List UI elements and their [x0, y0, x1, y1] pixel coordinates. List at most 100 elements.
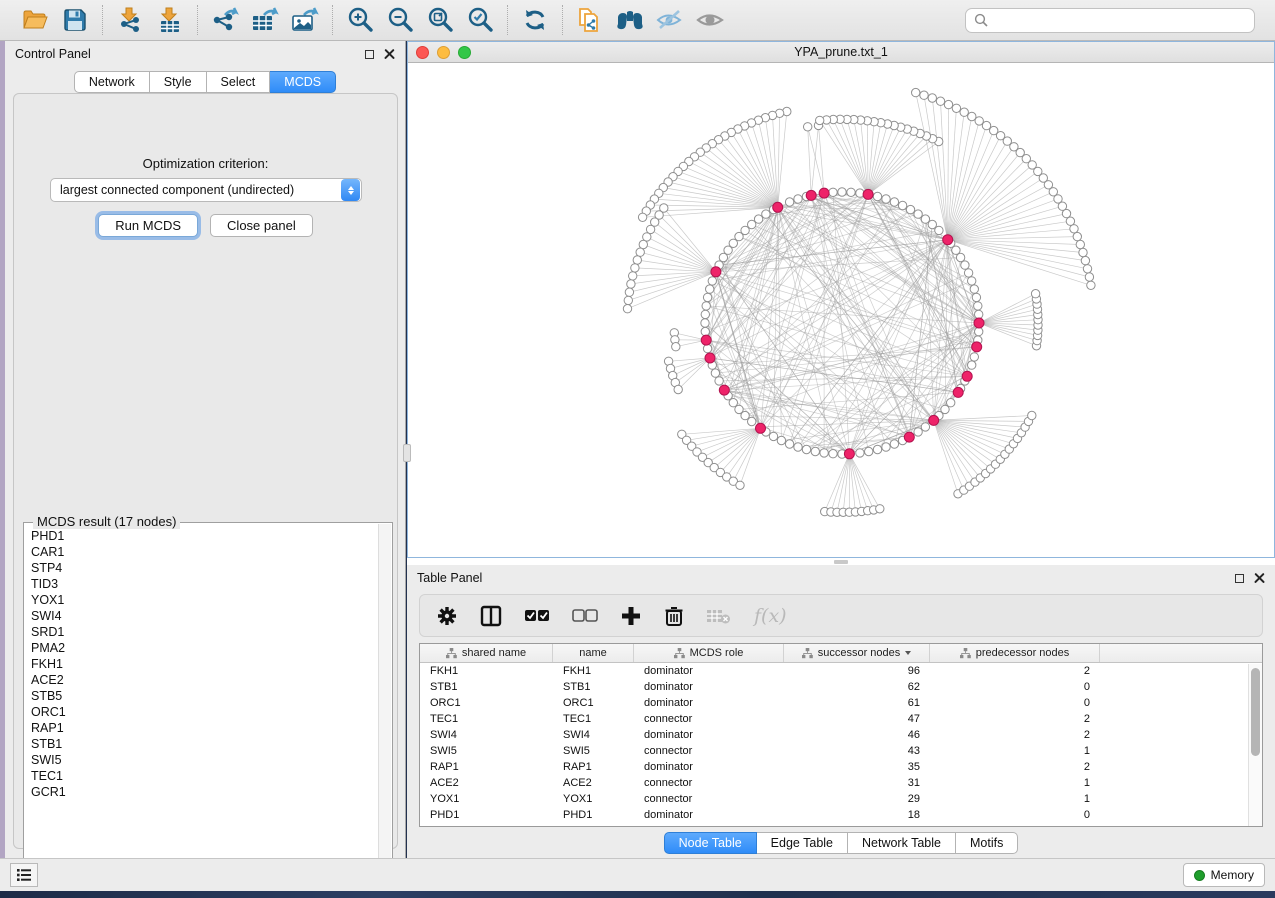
- table-row[interactable]: PHD1PHD1dominator180: [420, 807, 1262, 823]
- tab-node-table[interactable]: Node Table: [664, 832, 757, 854]
- ring-node[interactable]: [741, 411, 749, 419]
- result-node-item[interactable]: PHD1: [31, 528, 378, 544]
- table-settings-gear-icon[interactable]: [436, 605, 458, 627]
- table-row[interactable]: ORC1ORC1dominator610: [420, 695, 1262, 711]
- ring-node[interactable]: [975, 310, 983, 318]
- mcds-hub-node[interactable]: [756, 423, 766, 433]
- result-node-item[interactable]: SRD1: [31, 624, 378, 640]
- result-node-item[interactable]: ACE2: [31, 672, 378, 688]
- mcds-hub-node[interactable]: [705, 353, 715, 363]
- result-node-item[interactable]: TEC1: [31, 768, 378, 784]
- table-row[interactable]: SWI5SWI5connector431: [420, 743, 1262, 759]
- zoom-selected-icon[interactable]: [463, 4, 497, 36]
- ring-node[interactable]: [873, 445, 881, 453]
- tab-network-table[interactable]: Network Table: [848, 832, 956, 854]
- ring-node[interactable]: [708, 277, 716, 285]
- mcds-hub-node[interactable]: [819, 188, 829, 198]
- ring-node[interactable]: [961, 261, 969, 269]
- tab-select[interactable]: Select: [207, 71, 271, 93]
- result-node-item[interactable]: RAP1: [31, 720, 378, 736]
- show-overview-icon[interactable]: [693, 4, 727, 36]
- table-row[interactable]: ACE2ACE2connector311: [420, 775, 1262, 791]
- result-scrollbar[interactable]: [378, 524, 391, 888]
- network-graph[interactable]: [408, 63, 1274, 557]
- leaf-node[interactable]: [960, 108, 968, 116]
- save-session-icon[interactable]: [58, 4, 92, 36]
- ring-node[interactable]: [706, 285, 714, 293]
- open-file-icon[interactable]: [18, 4, 52, 36]
- leaf-node[interactable]: [1087, 281, 1095, 289]
- mcds-hub-node[interactable]: [863, 189, 873, 199]
- ring-node[interactable]: [802, 445, 810, 453]
- ring-node[interactable]: [701, 310, 709, 318]
- ring-node[interactable]: [701, 327, 709, 335]
- mcds-hub-node[interactable]: [773, 202, 783, 212]
- export-table-icon[interactable]: [248, 4, 282, 36]
- leaf-node[interactable]: [982, 121, 990, 129]
- mcds-hub-node[interactable]: [962, 371, 972, 381]
- leaf-node[interactable]: [968, 112, 976, 120]
- ring-node[interactable]: [724, 246, 732, 254]
- column-header-name[interactable]: name: [553, 644, 634, 662]
- mcds-hub-node[interactable]: [701, 335, 711, 345]
- mcds-hub-node[interactable]: [711, 267, 721, 277]
- result-node-item[interactable]: CAR1: [31, 544, 378, 560]
- hide-panels-icon[interactable]: [653, 4, 687, 36]
- close-panel-icon[interactable]: [1254, 573, 1265, 584]
- ring-node[interactable]: [777, 436, 785, 444]
- mcds-hub-node[interactable]: [953, 387, 963, 397]
- search-network-icon[interactable]: [613, 4, 647, 36]
- result-node-item[interactable]: FKH1: [31, 656, 378, 672]
- refresh-view-icon[interactable]: [518, 4, 552, 36]
- import-network-icon[interactable]: [113, 4, 147, 36]
- ring-node[interactable]: [975, 327, 983, 335]
- result-node-item[interactable]: STB5: [31, 688, 378, 704]
- column-header-predecessor-nodes[interactable]: predecessor nodes: [930, 644, 1100, 662]
- close-panel-icon[interactable]: [384, 49, 395, 60]
- ring-node[interactable]: [701, 319, 709, 327]
- leaf-node[interactable]: [928, 94, 936, 102]
- search-input[interactable]: [994, 13, 1246, 27]
- ring-node[interactable]: [702, 302, 710, 310]
- leaf-node[interactable]: [1066, 217, 1074, 225]
- ring-node[interactable]: [865, 447, 873, 455]
- ring-node[interactable]: [785, 198, 793, 206]
- network-canvas[interactable]: [408, 63, 1274, 557]
- float-panel-icon[interactable]: [1235, 574, 1244, 583]
- ring-node[interactable]: [890, 440, 898, 448]
- mcds-hub-node[interactable]: [929, 415, 939, 425]
- tab-style[interactable]: Style: [150, 71, 207, 93]
- close-panel-button[interactable]: Close panel: [210, 214, 313, 237]
- ring-node[interactable]: [762, 210, 770, 218]
- leaf-node[interactable]: [736, 481, 744, 489]
- ring-node[interactable]: [769, 432, 777, 440]
- ring-node[interactable]: [856, 449, 864, 457]
- leaf-node[interactable]: [920, 91, 928, 99]
- result-node-item[interactable]: ORC1: [31, 704, 378, 720]
- result-node-item[interactable]: GCR1: [31, 784, 378, 800]
- leaf-node[interactable]: [936, 97, 944, 105]
- ring-node[interactable]: [715, 377, 723, 385]
- ring-node[interactable]: [935, 226, 943, 234]
- leaf-node[interactable]: [625, 288, 633, 296]
- mcds-hub-node[interactable]: [719, 385, 729, 395]
- horizontal-splitter-grip[interactable]: [834, 560, 848, 564]
- delete-column-icon[interactable]: [664, 605, 684, 627]
- table-row[interactable]: RAP1RAP1dominator352: [420, 759, 1262, 775]
- leaf-node[interactable]: [627, 280, 635, 288]
- table-scrollbar-thumb[interactable]: [1251, 668, 1260, 756]
- ring-node[interactable]: [898, 201, 906, 209]
- result-node-item[interactable]: SWI5: [31, 752, 378, 768]
- leaf-node[interactable]: [674, 385, 682, 393]
- column-header-successor-nodes[interactable]: successor nodes: [784, 644, 930, 662]
- table-row[interactable]: TEC1TEC1connector472: [420, 711, 1262, 727]
- result-node-item[interactable]: TID3: [31, 576, 378, 592]
- ring-node[interactable]: [972, 293, 980, 301]
- ring-node[interactable]: [703, 344, 711, 352]
- memory-button[interactable]: Memory: [1183, 863, 1265, 887]
- run-mcds-button[interactable]: Run MCDS: [98, 214, 198, 237]
- mcds-hub-node[interactable]: [943, 235, 953, 245]
- column-header-shared-name[interactable]: shared name: [420, 644, 553, 662]
- network-window-titlebar[interactable]: YPA_prune.txt_1: [408, 42, 1274, 63]
- leaf-node[interactable]: [1073, 232, 1081, 240]
